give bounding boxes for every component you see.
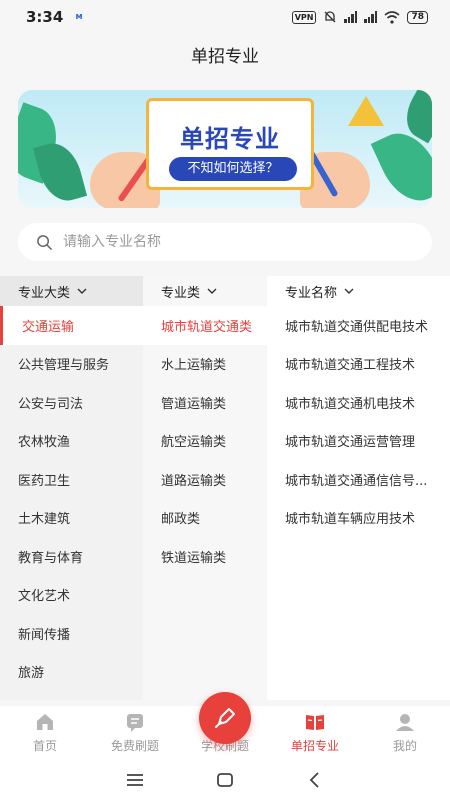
battery-icon: 78 (407, 10, 428, 24)
nav-majors-label: 单招专业 (290, 739, 339, 753)
subcategory-item[interactable]: 邮政类 (143, 499, 267, 538)
category-column: 专业大类 交通运输 公共管理与服务 公安与司法 农林牧渔 医药卫生 土木建筑 教… (0, 276, 143, 700)
book-icon (306, 715, 324, 730)
status-icons: VPN 78 (291, 10, 428, 24)
mute-bell-icon (325, 11, 336, 23)
subcategory-item[interactable]: 管道运输类 (143, 383, 267, 422)
category-filter-header[interactable]: 专业大类 (0, 276, 143, 306)
subcategory-item[interactable]: 城市轨道交通类 (143, 306, 267, 345)
major-filter-header[interactable]: 专业名称 (267, 276, 450, 306)
signal-icon-1 (344, 11, 358, 23)
major-item[interactable]: 城市轨道交通通信信号... (267, 460, 450, 499)
major-item[interactable]: 城市轨道交通供配电技术 (267, 306, 450, 345)
major-item-label: 城市轨道交通工程技术 (285, 358, 416, 374)
menu-icon[interactable] (125, 770, 145, 790)
major-header-label: 专业名称 (285, 285, 338, 301)
major-item-label: 城市轨道交通机电技术 (285, 396, 416, 412)
subcategory-item[interactable]: 航空运输类 (143, 422, 267, 461)
subcategory-header-label: 专业类 (161, 285, 201, 301)
back-icon[interactable] (305, 770, 325, 790)
major-item-label: 城市轨道交通通信信号... (285, 473, 428, 489)
notification-icon: ᴍ (75, 12, 83, 22)
category-item[interactable]: 农林牧渔 (0, 422, 143, 461)
home-square-icon[interactable] (215, 770, 235, 790)
search-bar[interactable] (18, 223, 432, 261)
category-item[interactable]: 教育与体育 (0, 537, 143, 576)
category-header-label: 专业大类 (18, 285, 71, 301)
category-item[interactable]: 旅游 (0, 653, 143, 692)
bottom-nav: 首页 免费刷题 学校刷题 单招专业 我的 (0, 692, 450, 760)
category-item[interactable]: 新闻传播 (0, 614, 143, 653)
nav-profile-label: 我的 (392, 739, 417, 753)
major-column: 专业名称 城市轨道交通供配电技术 城市轨道交通工程技术 城市轨道交通机电技术 城… (267, 276, 450, 700)
major-item-label: 城市轨道交通供配电技术 (285, 319, 429, 335)
chevron-down-icon (344, 288, 354, 294)
nav-profile[interactable]: 我的 (360, 706, 450, 760)
system-nav-bar (0, 760, 450, 800)
major-item[interactable]: 城市轨道车辆应用技术 (267, 499, 450, 538)
document-icon (127, 714, 143, 732)
subcategory-item[interactable]: 铁道运输类 (143, 537, 267, 576)
major-item[interactable]: 城市轨道交通工程技术 (267, 345, 450, 384)
category-item[interactable]: 医药卫生 (0, 460, 143, 499)
nav-majors[interactable]: 单招专业 (270, 706, 360, 760)
nav-home-label: 首页 (32, 739, 57, 753)
nav-free-practice[interactable]: 免费刷题 (90, 706, 180, 760)
subcategory-item[interactable]: 水上运输类 (143, 345, 267, 384)
major-item[interactable]: 城市轨道交通运营管理 (267, 422, 450, 461)
triangle-decoration (348, 96, 384, 126)
category-item[interactable]: 公共管理与服务 (0, 345, 143, 384)
chevron-down-icon (207, 288, 217, 294)
subcategory-filter-header[interactable]: 专业类 (143, 276, 267, 306)
nav-school-practice[interactable]: 学校刷题 (180, 692, 270, 760)
center-action-button[interactable] (199, 692, 251, 744)
category-item[interactable]: 交通运输 (0, 306, 143, 345)
page-title: 单招专业 (191, 47, 259, 67)
wifi-icon (384, 10, 400, 24)
category-item[interactable]: 土木建筑 (0, 499, 143, 538)
pen-icon (215, 708, 235, 728)
category-item[interactable]: 公安与司法 (0, 383, 143, 422)
major-item[interactable]: 城市轨道交通机电技术 (267, 383, 450, 422)
major-item-label: 城市轨道交通运营管理 (285, 435, 416, 451)
nav-free-practice-label: 免费刷题 (110, 739, 159, 753)
status-bar: 3:34 ᴍ VPN 78 (0, 0, 450, 34)
vpn-icon: VPN (291, 10, 317, 24)
category-item[interactable]: 文化艺术 (0, 576, 143, 615)
major-item-label: 城市轨道车辆应用技术 (285, 512, 416, 528)
chevron-down-icon (77, 288, 87, 294)
user-icon (396, 714, 414, 731)
leaf-decoration (32, 137, 88, 207)
nav-home[interactable]: 首页 (0, 706, 90, 760)
status-time: 3:34 (26, 8, 64, 26)
search-icon (37, 234, 52, 250)
banner-subtitle: 不知如何选择？ (169, 157, 297, 181)
signal-icon-2 (364, 11, 378, 23)
search-input[interactable] (63, 234, 403, 250)
home-icon (37, 714, 53, 730)
banner-title: 单招专业 (180, 125, 280, 153)
subcategory-item[interactable]: 道路运输类 (143, 460, 267, 499)
subcategory-column: 专业类 城市轨道交通类 水上运输类 管道运输类 航空运输类 道路运输类 邮政类 … (143, 276, 267, 700)
book-illustration: 单招专业 不知如何选择？ (146, 98, 314, 190)
banner[interactable]: 单招专业 不知如何选择？ (18, 90, 432, 208)
